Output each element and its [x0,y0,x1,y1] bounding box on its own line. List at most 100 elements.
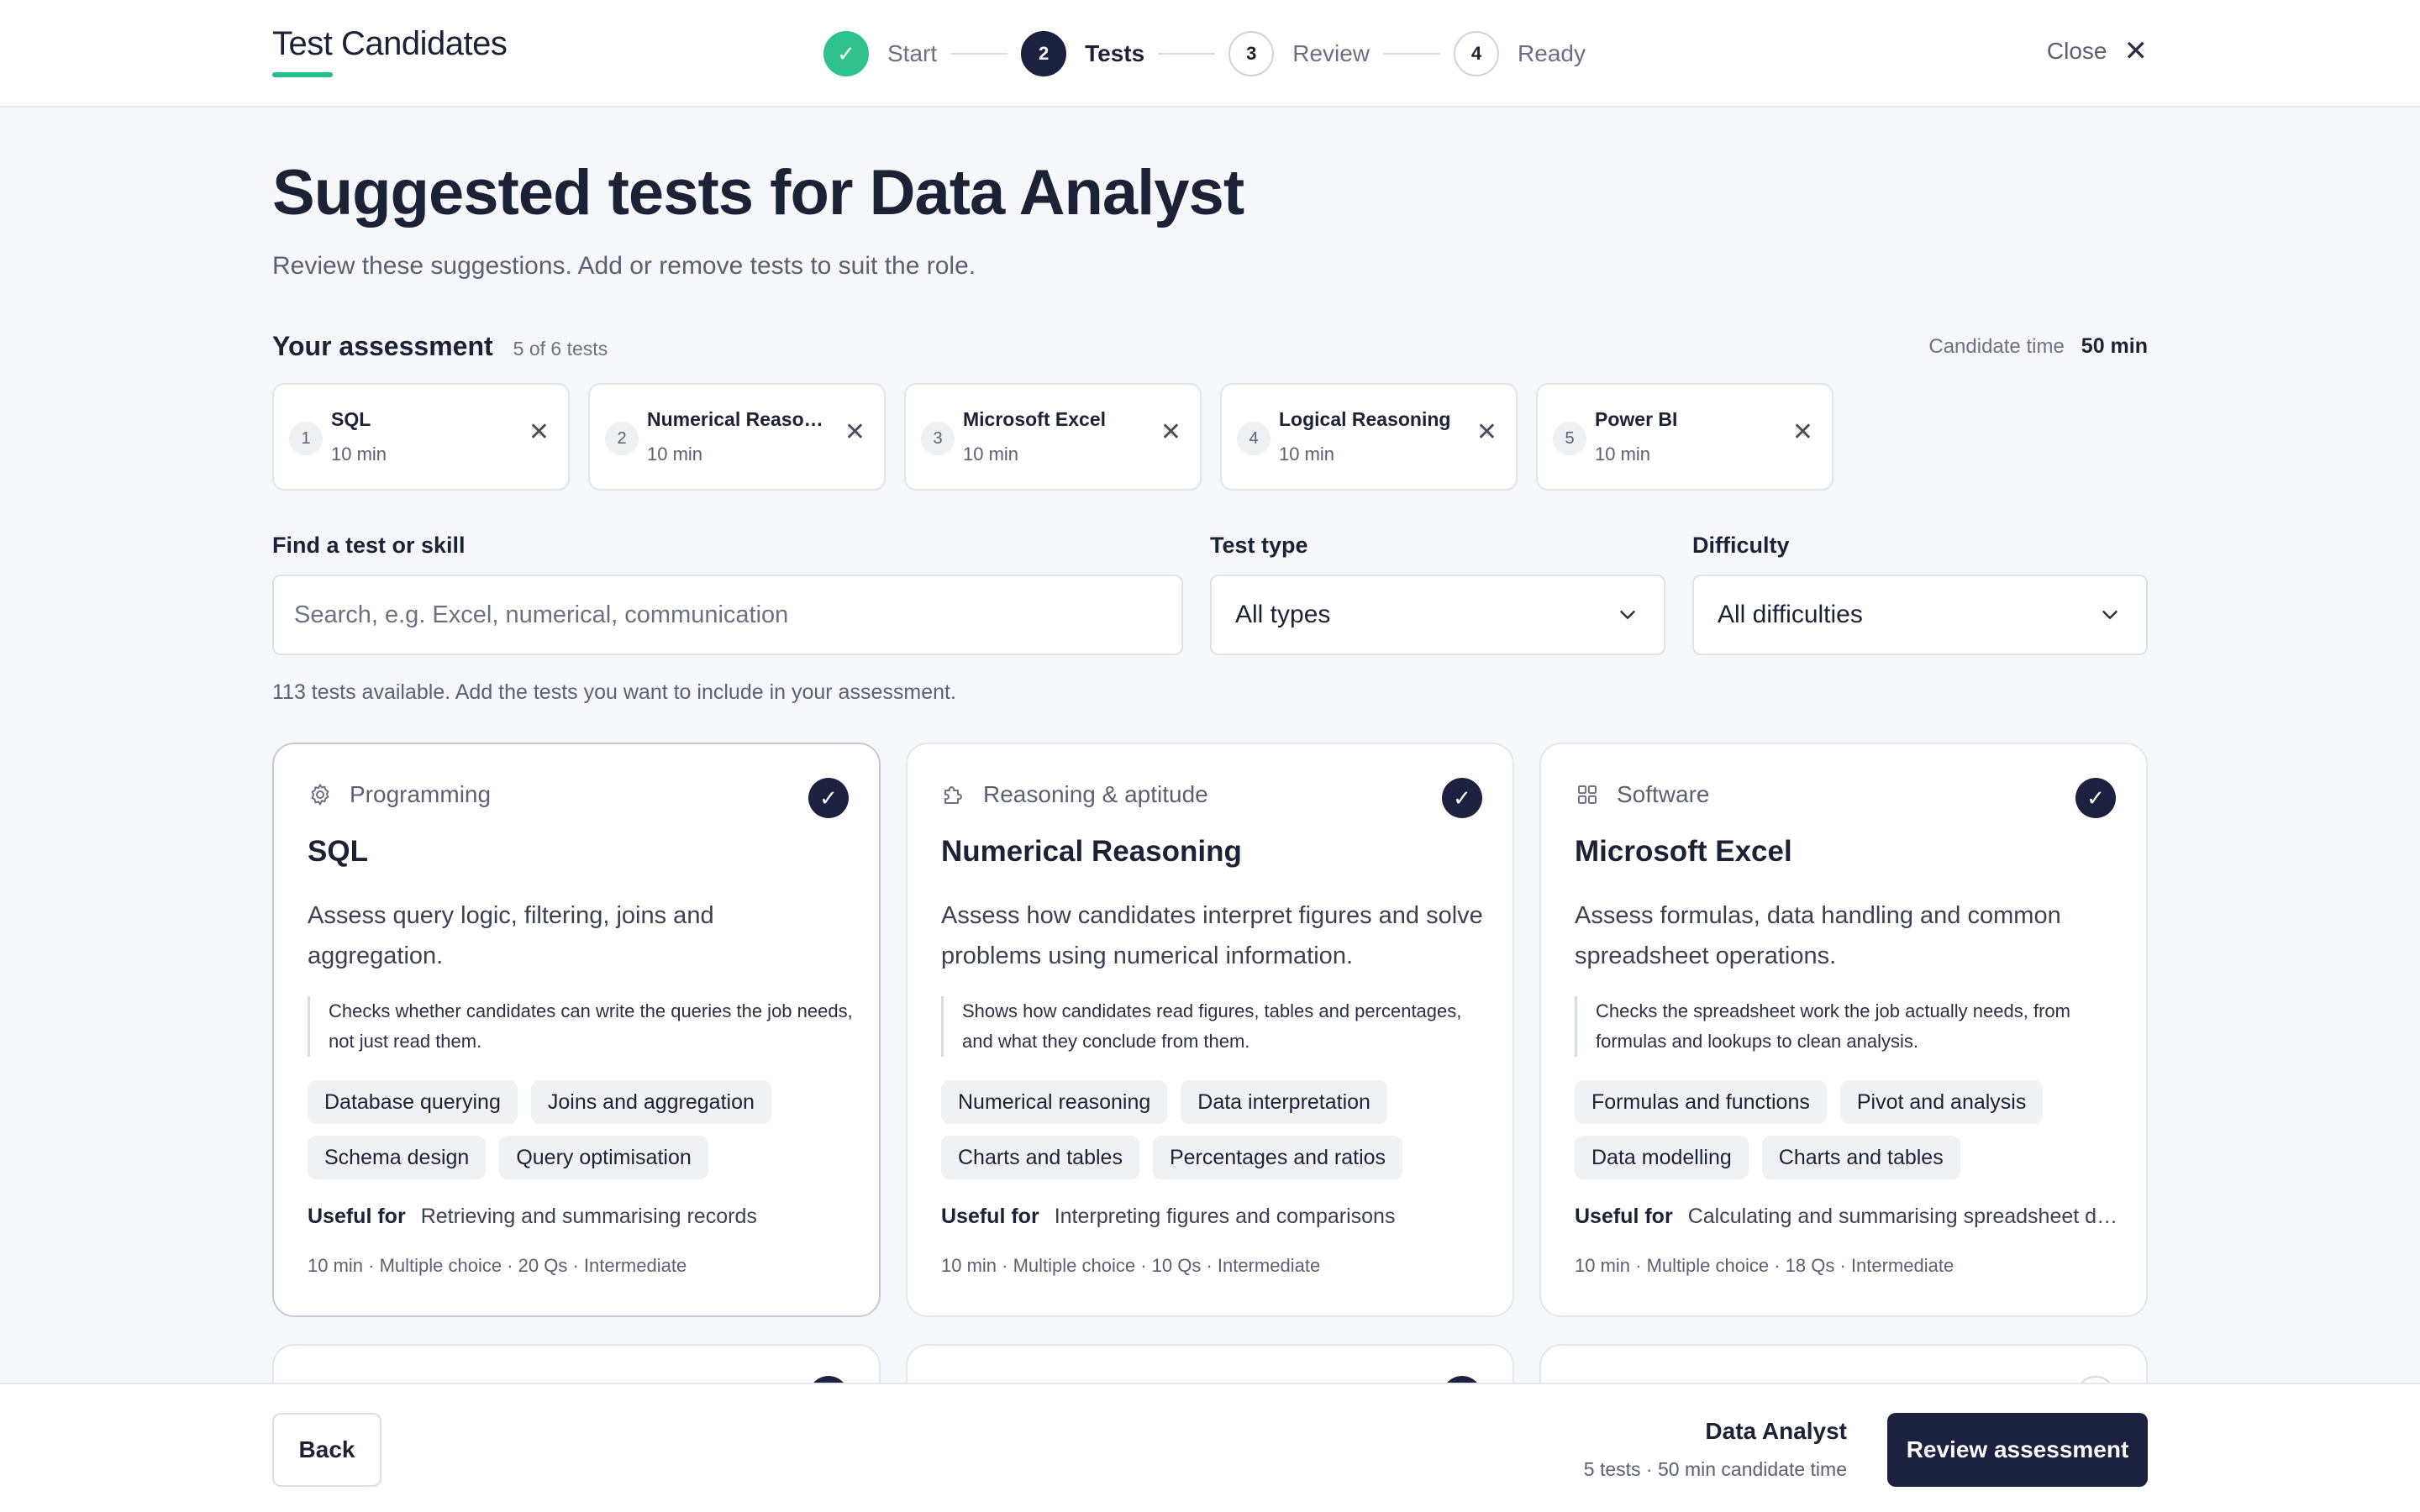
test-type-value: All types [1235,601,1331,628]
card-meta: 10 min · Multiple choice · 10 Qs · Inter… [941,1255,1321,1276]
remove-icon[interactable]: ✕ [1792,420,1813,445]
card-tags: Database querying Joins and aggregation … [308,1080,862,1179]
check-icon: ✓ [823,31,869,76]
selected-check-icon[interactable]: ✓ [1442,778,1482,818]
difficulty-value: All difficulties [1718,601,1863,628]
card-useful-for: Useful for Interpreting figures and comp… [941,1205,1487,1229]
skill-tag: Pivot and analysis [1839,1080,2044,1124]
test-card-microsoft-excel[interactable]: Software ✓ Microsoft Excel Assess formul… [1539,743,2148,1317]
chip-time: 10 min [331,444,387,465]
step-label: Start [887,40,938,66]
card-meta: 10 min · Multiple choice · 18 Qs · Inter… [1575,1255,1954,1276]
assessment-chip[interactable]: 5 Power BI 10 min ✕ [1536,383,1833,491]
candidate-time-value: 50 min [2081,334,2148,358]
selected-check-icon[interactable]: ✓ [2075,778,2116,818]
brand-title: Test Candidates [272,25,508,62]
footer-summary: Data Analyst 5 tests · 50 min candidate … [1584,1418,1847,1481]
useful-value: Retrieving and summarising records [420,1205,757,1228]
step-label: Tests [1085,40,1145,66]
chip-number: 2 [605,422,639,455]
chip-number: 3 [921,422,955,455]
card-title: SQL [308,835,368,868]
step-number: 2 [1021,31,1067,76]
step-tests[interactable]: 2 Tests [1021,31,1144,76]
remove-icon[interactable]: ✕ [529,420,550,445]
top-bar: Test Candidates ✓ Start 2 Tests 3 Review… [0,0,2420,108]
assessment-chip[interactable]: 1 SQL 10 min ✕ [272,383,570,491]
step-label: Ready [1518,40,1586,66]
step-review[interactable]: 3 Review [1228,31,1370,76]
remove-icon[interactable]: ✕ [844,420,865,445]
skill-tag: Numerical reasoning [941,1080,1168,1124]
skill-tag: Data modelling [1575,1136,1749,1179]
test-card-sql[interactable]: Programming ✓ SQL Assess query logic, fi… [272,743,881,1317]
chip-name: Microsoft Excel [963,408,1106,430]
skill-tag: Formulas and functions [1575,1080,1827,1124]
assessment-count: 5 of 6 tests [513,338,608,360]
useful-label: Useful for [308,1205,406,1228]
chip-time: 10 min [647,444,703,465]
footer-bar: Back Data Analyst 5 tests · 50 min candi… [0,1383,2420,1512]
useful-value: Interpreting figures and comparisons [1054,1205,1396,1228]
difficulty-label: Difficulty [1692,533,1790,558]
close-icon: ✕ [2123,35,2149,67]
difficulty-select[interactable]: All difficulties [1692,575,2148,655]
assessment-chip[interactable]: 3 Microsoft Excel 10 min ✕ [904,383,1202,491]
card-category: Programming [308,781,491,808]
candidate-time: Candidate time 50 min [1928,334,2148,359]
skill-tag: Schema design [308,1136,487,1179]
test-card-numerical-reasoning[interactable]: Reasoning & aptitude ✓ Numerical Reasoni… [906,743,1514,1317]
selected-check-icon[interactable]: ✓ [808,778,849,818]
step-ready[interactable]: 4 Ready [1454,31,1586,76]
step-divider [1158,53,1216,55]
remove-icon[interactable]: ✕ [1160,420,1181,445]
chip-name: Numerical Reasoning [647,408,823,430]
remove-icon[interactable]: ✕ [1476,420,1497,445]
skill-tag: Charts and tables [941,1136,1139,1179]
card-note: Checks the spreadsheet work the job actu… [1575,996,2121,1057]
assessment-title: Your assessment [272,331,493,361]
category-label: Software [1617,781,1710,807]
chip-time: 10 min [1595,444,1651,465]
page-title: Suggested tests for Data Analyst [272,157,1244,228]
skill-tag: Data interpretation [1181,1080,1387,1124]
skill-tag: Percentages and ratios [1152,1136,1403,1179]
card-title: Microsoft Excel [1575,835,1792,868]
card-description: Assess formulas, data handling and commo… [1575,902,2061,969]
assessment-header: Your assessment 5 of 6 tests [272,331,608,362]
test-type-label: Test type [1210,533,1308,558]
useful-label: Useful for [1575,1205,1673,1228]
step-start[interactable]: ✓ Start [823,31,937,76]
card-note: Shows how candidates read figures, table… [941,996,1487,1057]
chevron-down-icon [2102,611,2118,619]
review-assessment-button[interactable]: Review assessment [1887,1413,2148,1487]
chip-time: 10 min [1279,444,1335,465]
gear-icon [311,784,329,806]
skill-tag: Database querying [308,1080,518,1124]
test-type-select[interactable]: All types [1210,575,1665,655]
skill-tag: Charts and tables [1761,1136,1960,1179]
category-label: Programming [350,781,492,807]
footer-meta: 5 tests · 50 min candidate time [1583,1458,1847,1480]
assessment-chip[interactable]: 4 Logical Reasoning 10 min ✕ [1220,383,1518,491]
card-useful-for: Useful for Calculating and summarising s… [1575,1205,2121,1229]
back-button[interactable]: Back [272,1413,381,1487]
card-useful-for: Useful for Retrieving and summarising re… [308,1205,854,1229]
useful-value: Calculating and summarising spreadsheet … [1687,1205,2121,1228]
puzzle-icon [944,786,962,804]
close-label: Close [2046,38,2107,64]
card-description: Assess query logic, filtering, joins and… [308,902,714,969]
search-input[interactable] [272,575,1183,655]
chip-name: Logical Reasoning [1279,408,1451,430]
step-number: 4 [1454,31,1500,76]
card-note: Checks whether candidates can write the … [308,996,854,1057]
card-category: Reasoning & aptitude [941,781,1208,808]
category-label: Reasoning & aptitude [983,781,1208,807]
step-divider [950,53,1008,55]
progress-stepper: ✓ Start 2 Tests 3 Review 4 Ready [823,30,1586,77]
close-button[interactable]: Close ✕ [2047,37,2148,66]
available-tests-note: 113 tests available. Add the tests you w… [272,680,956,704]
card-description: Assess how candidates interpret figures … [941,902,1483,969]
assessment-chip[interactable]: 2 Numerical Reasoning 10 min ✕ [588,383,886,491]
chip-name: SQL [331,408,371,430]
